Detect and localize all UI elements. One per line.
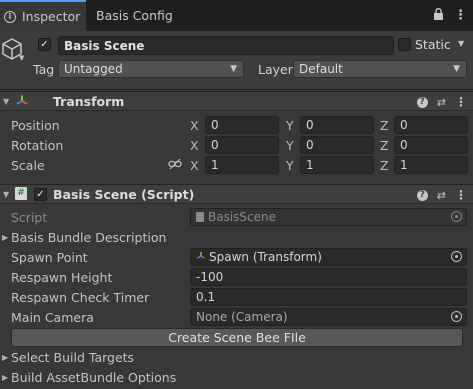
foldout-expanded-icon[interactable]: ▼ bbox=[3, 190, 9, 199]
foldout-collapsed-icon[interactable]: ▶ bbox=[2, 353, 8, 362]
script-file-icon bbox=[196, 212, 204, 222]
main-camera-value: None (Camera) bbox=[196, 310, 288, 324]
static-dropdown-icon[interactable]: ▼ bbox=[458, 39, 464, 48]
more-options-icon[interactable]: ⋮ bbox=[454, 8, 467, 23]
respawn-timer-field[interactable]: 0.1 bbox=[190, 288, 467, 306]
transform-icon bbox=[15, 94, 29, 111]
active-checkbox[interactable]: ✓ bbox=[38, 38, 51, 51]
object-name-field[interactable]: Basis Scene bbox=[58, 36, 394, 55]
object-name-value: Basis Scene bbox=[64, 38, 145, 53]
scale-x-value: 1 bbox=[211, 158, 219, 172]
position-x-field[interactable]: 0 bbox=[205, 116, 279, 134]
icon-dropdown-caret[interactable]: ▼ bbox=[19, 54, 24, 62]
spawn-point-value: Spawn (Transform) bbox=[209, 250, 322, 264]
tag-dropdown[interactable]: Untagged ▼ bbox=[58, 60, 244, 78]
foldout-expanded-icon[interactable]: ▼ bbox=[3, 97, 9, 106]
rotation-z-value: 0 bbox=[400, 138, 408, 152]
scale-z-value: 1 bbox=[400, 158, 408, 172]
scale-y-axis[interactable]: Y bbox=[286, 158, 294, 173]
transform-icon bbox=[196, 250, 206, 264]
chevron-down-icon: ▼ bbox=[453, 64, 460, 74]
lock-icon[interactable] bbox=[433, 8, 444, 23]
create-button-label: Create Scene Bee FIle bbox=[168, 330, 306, 345]
layer-value: Default bbox=[299, 62, 343, 76]
script-enabled-checkbox[interactable]: ✓ bbox=[34, 188, 47, 201]
tab-inspector[interactable]: i Inspector bbox=[0, 0, 86, 31]
script-label: Script bbox=[11, 210, 48, 225]
main-camera-label: Main Camera bbox=[11, 310, 94, 325]
object-header: ▼ ✓ Basis Scene Static ▼ Tag Untagged ▼ … bbox=[0, 31, 473, 90]
rotation-x-axis[interactable]: X bbox=[190, 138, 199, 153]
rotation-x-value: 0 bbox=[211, 138, 219, 152]
tab-bar: i Inspector Basis Config ⋮ bbox=[0, 0, 473, 32]
respawn-timer-label: Respawn Check Timer bbox=[11, 290, 150, 305]
scale-y-value: 1 bbox=[306, 158, 314, 172]
select-build-targets-foldout[interactable]: Select Build Targets bbox=[11, 350, 134, 365]
position-x-value: 0 bbox=[211, 118, 219, 132]
scale-z-field[interactable]: 1 bbox=[394, 156, 468, 174]
layer-label: Layer bbox=[258, 62, 293, 77]
rotation-y-value: 0 bbox=[306, 138, 314, 152]
help-icon[interactable]: ? bbox=[416, 189, 428, 201]
spawn-point-label: Spawn Point bbox=[11, 250, 88, 265]
main-camera-field[interactable]: None (Camera) bbox=[190, 308, 467, 326]
help-icon[interactable]: ? bbox=[416, 96, 428, 108]
foldout-collapsed-icon[interactable]: ▶ bbox=[2, 373, 8, 382]
transform-header[interactable]: ▼ Transform ? ⇄ ⋮ bbox=[0, 91, 473, 111]
respawn-height-field[interactable]: -100 bbox=[190, 268, 467, 286]
static-checkbox[interactable] bbox=[398, 38, 411, 51]
bundle-description-foldout[interactable]: Basis Bundle Description bbox=[11, 230, 166, 245]
object-picker-icon bbox=[451, 211, 462, 222]
tab-basis-config-label: Basis Config bbox=[96, 8, 173, 23]
position-label: Position bbox=[11, 118, 60, 133]
tab-basis-config[interactable]: Basis Config bbox=[96, 0, 173, 31]
respawn-height-value: -100 bbox=[196, 270, 224, 284]
position-y-value: 0 bbox=[306, 118, 314, 132]
rotation-z-axis[interactable]: Z bbox=[380, 138, 389, 153]
script-component-title: Basis Scene (Script) bbox=[53, 187, 195, 202]
position-z-field[interactable]: 0 bbox=[394, 116, 468, 134]
scale-x-axis[interactable]: X bbox=[190, 158, 199, 173]
scale-label: Scale bbox=[11, 158, 45, 173]
rotation-label: Rotation bbox=[11, 138, 64, 153]
object-picker-icon[interactable] bbox=[451, 251, 462, 262]
script-field: BasisScene bbox=[190, 208, 467, 226]
component-menu-icon[interactable]: ⋮ bbox=[455, 188, 467, 202]
position-y-axis[interactable]: Y bbox=[286, 118, 294, 133]
tag-label: Tag bbox=[33, 62, 55, 77]
tab-inspector-label: Inspector bbox=[22, 9, 81, 24]
position-x-axis[interactable]: X bbox=[190, 118, 199, 133]
object-picker-icon[interactable] bbox=[451, 311, 462, 322]
rotation-y-axis[interactable]: Y bbox=[286, 138, 294, 153]
constrain-proportions-link-icon[interactable] bbox=[168, 158, 182, 173]
transform-title: Transform bbox=[53, 94, 125, 109]
static-label: Static bbox=[415, 37, 451, 52]
csharp-script-icon: # bbox=[15, 187, 27, 200]
scale-x-field[interactable]: 1 bbox=[205, 156, 279, 174]
foldout-collapsed-icon[interactable]: ▶ bbox=[2, 233, 8, 242]
rotation-x-field[interactable]: 0 bbox=[205, 136, 279, 154]
presets-icon[interactable]: ⇄ bbox=[437, 189, 446, 202]
respawn-timer-value: 0.1 bbox=[196, 290, 216, 304]
script-component-header[interactable]: ▼ # ✓ Basis Scene (Script) ? ⇄ ⋮ bbox=[0, 184, 473, 204]
build-assetbundle-options-foldout[interactable]: Build AssetBundle Options bbox=[11, 370, 176, 385]
position-y-field[interactable]: 0 bbox=[300, 116, 374, 134]
position-z-value: 0 bbox=[400, 118, 408, 132]
rotation-y-field[interactable]: 0 bbox=[300, 136, 374, 154]
respawn-height-label: Respawn Height bbox=[11, 270, 113, 285]
layer-dropdown[interactable]: Default ▼ bbox=[293, 60, 467, 78]
scale-z-axis[interactable]: Z bbox=[380, 158, 389, 173]
info-icon: i bbox=[4, 10, 16, 23]
tag-value: Untagged bbox=[64, 62, 123, 76]
position-z-axis[interactable]: Z bbox=[380, 118, 389, 133]
script-value: BasisScene bbox=[208, 210, 277, 224]
create-scene-bee-file-button[interactable]: Create Scene Bee FIle bbox=[11, 328, 463, 347]
presets-icon[interactable]: ⇄ bbox=[437, 96, 446, 109]
scale-y-field[interactable]: 1 bbox=[300, 156, 374, 174]
component-menu-icon[interactable]: ⋮ bbox=[455, 95, 467, 109]
spawn-point-field[interactable]: Spawn (Transform) bbox=[190, 248, 467, 266]
rotation-z-field[interactable]: 0 bbox=[394, 136, 468, 154]
chevron-down-icon: ▼ bbox=[230, 64, 237, 74]
